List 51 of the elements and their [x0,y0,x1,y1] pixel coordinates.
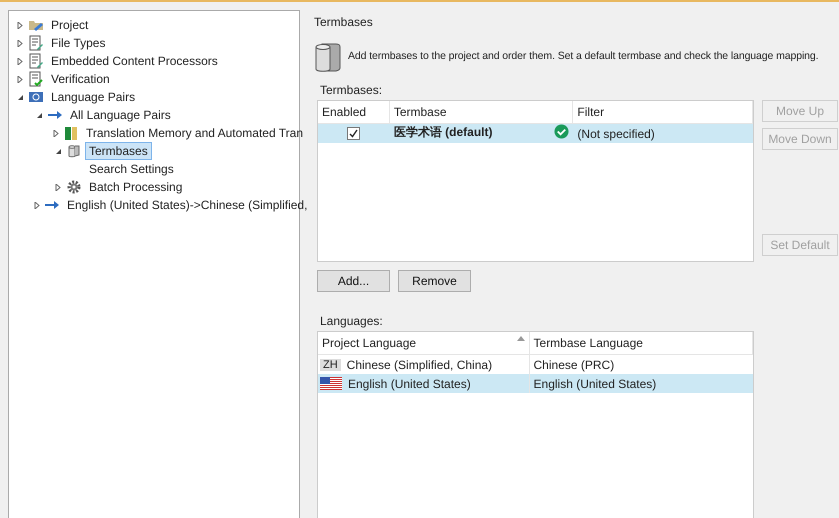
flag-icon [320,377,342,390]
action-button[interactable]: Remove [398,270,471,292]
language-pairs-icon [28,89,44,105]
action-button[interactable]: Add... [317,270,390,292]
expand-icon[interactable] [16,76,24,82]
expand-icon[interactable] [53,130,60,136]
tree-item[interactable]: All Language Pairs [66,106,175,124]
checklist-icon [28,71,44,87]
table-row[interactable]: 医学术语 (default) (Not specified) [318,124,753,143]
tree-item[interactable]: Termbases [85,142,152,160]
expand-icon[interactable] [16,40,24,46]
collapse-icon[interactable] [54,148,62,154]
sort-icon [516,336,525,341]
tree-item[interactable]: Language Pairs [47,88,140,106]
termbases-label: Termbases: [320,83,384,97]
tree-item[interactable]: Search Settings [85,160,178,178]
collapse-icon[interactable] [16,94,24,100]
table-cell: Chinese (PRC) [534,358,614,372]
column-header[interactable]: Filter [573,101,753,123]
checkbox[interactable] [347,127,360,140]
tree-item[interactable]: Batch Processing [85,178,186,196]
tree-item[interactable]: English (United States)->Chinese (Simplified, [63,196,312,214]
column-header[interactable]: Enabled [318,101,390,123]
expand-icon[interactable] [16,58,24,64]
collapse-icon[interactable] [36,112,42,118]
table-cell: Chinese (Simplified, China) [346,358,492,372]
document-icon [28,53,44,69]
table-row[interactable]: English (United States) English (United States) [318,374,753,393]
expand-icon[interactable] [16,22,24,28]
expand-icon[interactable] [54,184,62,190]
document-icon [28,35,44,51]
expand-icon[interactable] [34,202,41,208]
languages-label: Languages: [320,314,384,328]
section-title: Termbases [314,15,374,29]
table-cell: English (United States) [348,376,471,390]
cylinder-icon [66,143,82,159]
description-text: Add termbases to the project and order them. Set a default termbase and check the language mapping. [348,50,818,62]
table-cell: 医学术语 (default) [394,124,493,141]
gear-icon [66,179,82,195]
column-header[interactable]: Termbase Language [530,332,753,354]
table-cell: English (United States) [534,376,656,390]
column-header[interactable]: Termbase [390,101,574,123]
column-header[interactable]: Project Language [318,332,530,354]
tree-item[interactable]: Project [47,16,92,34]
tree-item[interactable]: Translation Memory and Automated Tran [82,124,307,142]
table-cell: (Not specified) [577,126,655,140]
language-code: ZH [320,358,341,370]
tree-item[interactable]: File Types [47,34,110,52]
tree-item[interactable]: Verification [47,70,114,88]
tree-item[interactable]: Embedded Content Processors [47,52,222,70]
translation-memory-icon [63,125,79,141]
